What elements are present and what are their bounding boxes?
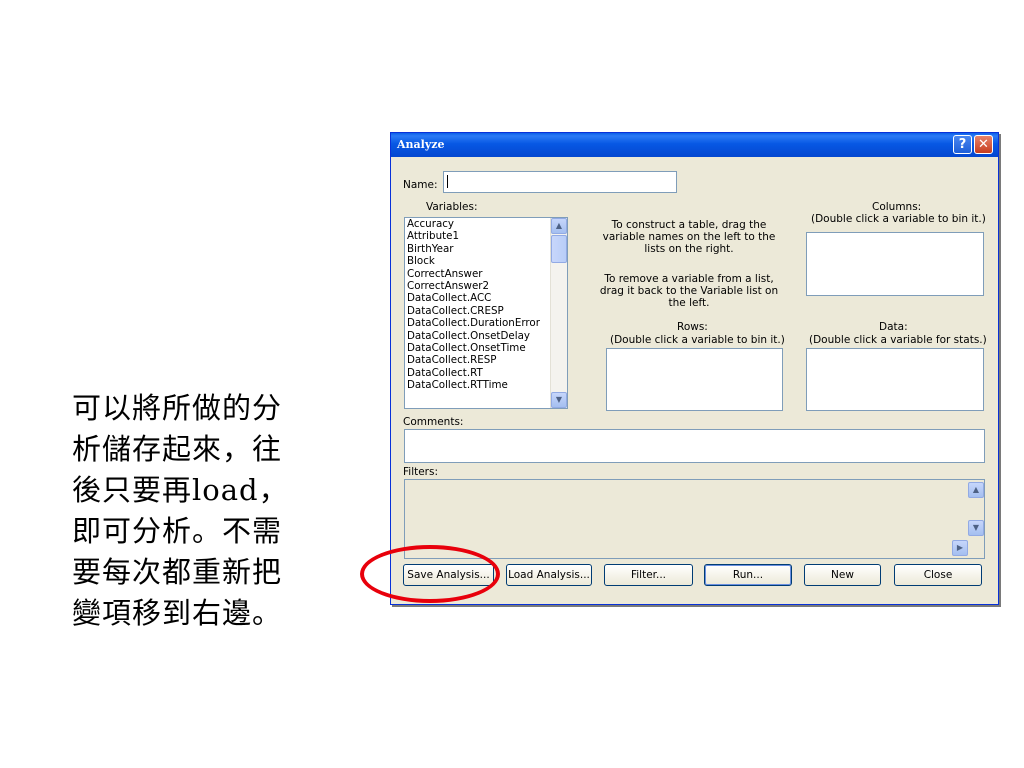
rows-list[interactable] xyxy=(606,348,783,411)
close-button[interactable]: Close xyxy=(894,564,982,586)
chevron-down-icon: ▼ xyxy=(555,395,563,404)
variable-item[interactable]: CorrectAnswer xyxy=(405,268,567,280)
help-icon: ? xyxy=(958,137,967,152)
data-label: Data: xyxy=(879,321,908,333)
filters-scroll-up[interactable]: ▲ xyxy=(968,482,984,498)
caption-line: 析儲存起來，往 xyxy=(72,432,283,466)
run-button[interactable]: Run... xyxy=(704,564,792,586)
slide-caption: 可以將所做的分 析儲存起來，往 後只要再load， 即可分析。不需 要每次都重新… xyxy=(72,388,312,634)
filter-button[interactable]: Filter... xyxy=(604,564,693,586)
variable-item[interactable]: CorrectAnswer2 xyxy=(405,280,567,292)
variable-item[interactable]: DataCollect.RTTime xyxy=(405,379,567,391)
filters-box[interactable]: ▲ ▼ ▶ xyxy=(404,479,985,559)
scroll-thumb[interactable] xyxy=(551,235,567,263)
help-button[interactable]: ? xyxy=(953,135,972,154)
filters-scroll-right[interactable]: ▶ xyxy=(952,540,968,556)
rows-label: Rows: xyxy=(677,321,708,333)
variable-item[interactable]: DataCollect.DurationError xyxy=(405,317,567,329)
columns-label: Columns: xyxy=(872,201,922,213)
close-icon: ✕ xyxy=(978,137,989,152)
columns-hint: (Double click a variable to bin it.) xyxy=(811,213,986,225)
name-input[interactable] xyxy=(443,171,677,193)
load-analysis-button[interactable]: Load Analysis... xyxy=(506,564,592,586)
variable-item[interactable]: DataCollect.RT xyxy=(405,367,567,379)
new-button[interactable]: New xyxy=(804,564,881,586)
rows-hint: (Double click a variable to bin it.) xyxy=(610,334,785,346)
caption-line: 變項移到右邊。 xyxy=(72,596,283,630)
columns-list[interactable] xyxy=(806,232,984,296)
caption-line: 要每次都重新把 xyxy=(72,555,283,589)
scroll-up-button[interactable]: ▲ xyxy=(551,218,567,234)
variables-items: Accuracy Attribute1 BirthYear Block CorrectA… xyxy=(405,218,567,391)
variable-item[interactable]: DataCollect.RESP xyxy=(405,354,567,366)
scroll-down-button[interactable]: ▼ xyxy=(551,392,567,408)
remove-instructions: To remove a variable from a list, drag i… xyxy=(599,273,779,309)
name-label: Name: xyxy=(403,179,438,191)
comments-label: Comments: xyxy=(403,416,464,428)
chevron-down-icon: ▼ xyxy=(972,523,980,532)
title-bar[interactable]: Analyze ? ✕ xyxy=(391,133,998,157)
construct-instructions: To construct a table, drag the variable … xyxy=(602,219,776,255)
variable-item[interactable]: DataCollect.CRESP xyxy=(405,305,567,317)
caption-line: 後只要再load， xyxy=(72,473,289,507)
variable-item[interactable]: Attribute1 xyxy=(405,230,567,242)
variable-item[interactable]: BirthYear xyxy=(405,243,567,255)
chevron-up-icon: ▲ xyxy=(972,485,980,494)
variables-scrollbar[interactable]: ▲ ▼ xyxy=(550,218,567,408)
variable-item[interactable]: DataCollect.OnsetDelay xyxy=(405,330,567,342)
filters-scroll-down[interactable]: ▼ xyxy=(968,520,984,536)
variable-item[interactable]: Accuracy xyxy=(405,218,567,230)
data-hint: (Double click a variable for stats.) xyxy=(809,334,987,346)
chevron-up-icon: ▲ xyxy=(555,221,563,230)
chevron-right-icon: ▶ xyxy=(956,543,964,552)
text-caret xyxy=(447,175,448,188)
analyze-dialog: Analyze ? ✕ Name: Variables: Accuracy Att… xyxy=(390,132,999,605)
variable-item[interactable]: DataCollect.ACC xyxy=(405,292,567,304)
variables-list[interactable]: Accuracy Attribute1 BirthYear Block CorrectA… xyxy=(404,217,568,409)
save-analysis-button[interactable]: Save Analysis... xyxy=(403,564,494,586)
caption-line: 可以將所做的分 xyxy=(72,391,283,425)
close-window-button[interactable]: ✕ xyxy=(974,135,993,154)
dialog-title: Analyze xyxy=(397,138,445,151)
data-list[interactable] xyxy=(806,348,984,411)
caption-line: 即可分析。不需 xyxy=(72,514,283,548)
variables-label: Variables: xyxy=(426,201,478,213)
filters-label: Filters: xyxy=(403,466,439,478)
variable-item[interactable]: DataCollect.OnsetTime xyxy=(405,342,567,354)
variable-item[interactable]: Block xyxy=(405,255,567,267)
comments-input[interactable] xyxy=(404,429,985,463)
